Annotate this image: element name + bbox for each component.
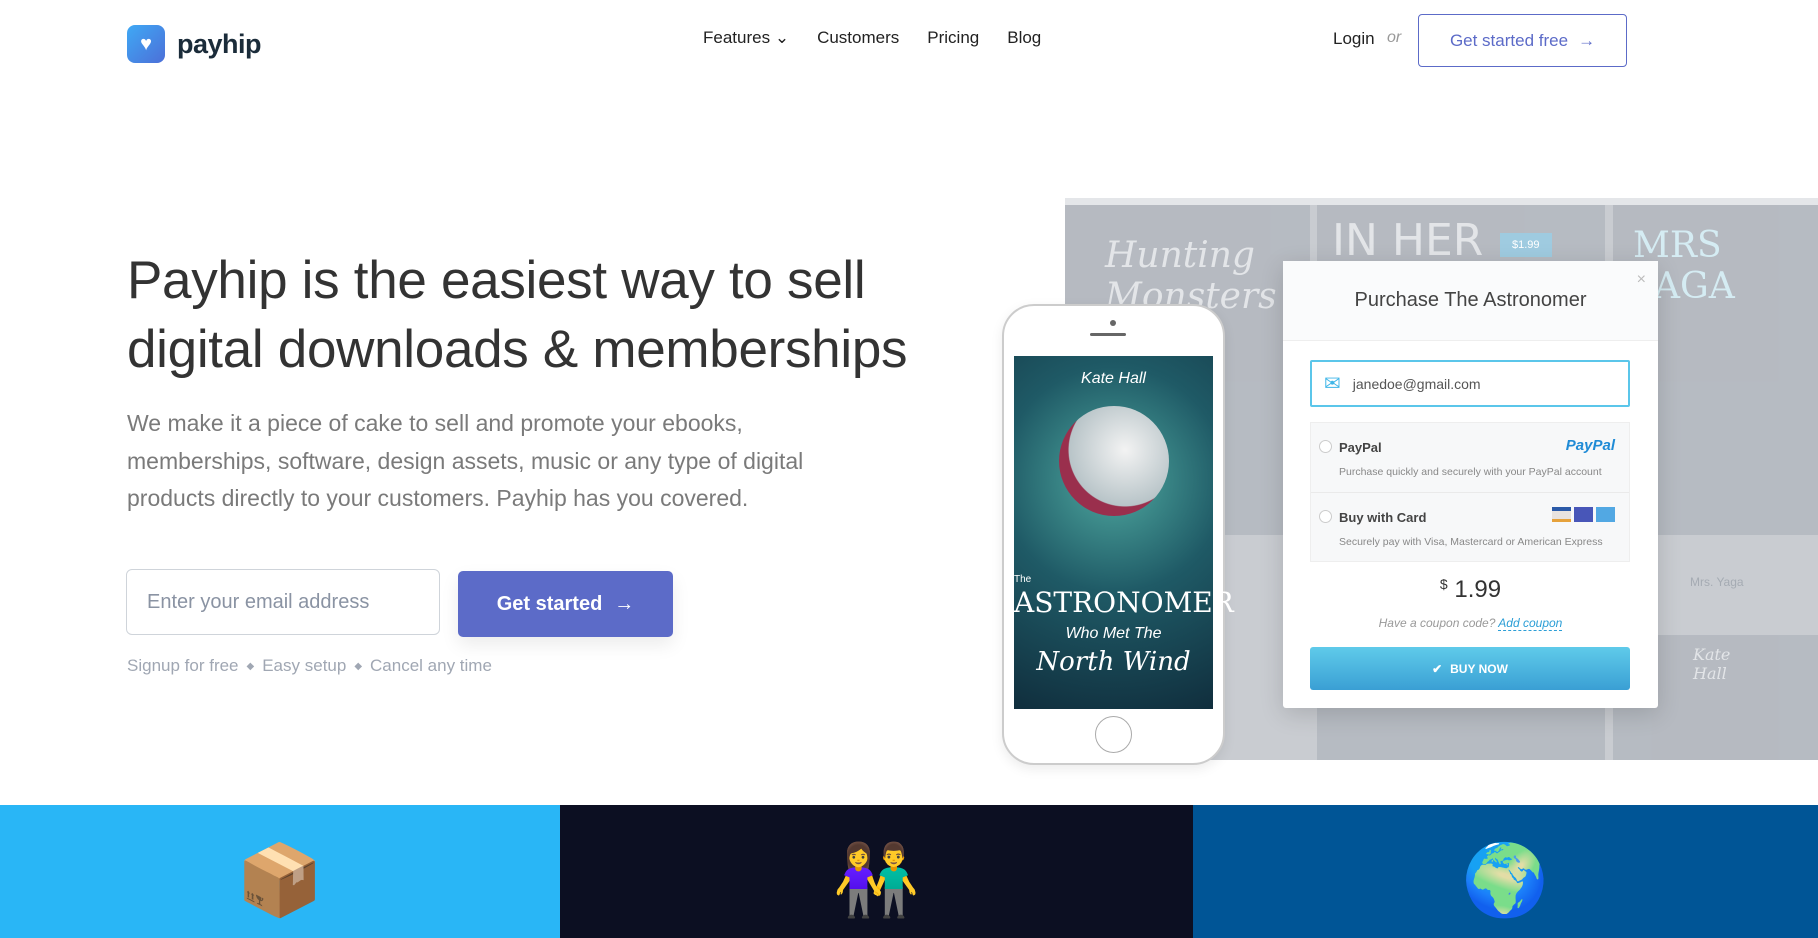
brand-name: payhip [177, 28, 262, 59]
arrow-right-icon: → [1578, 30, 1596, 50]
modal-title: Purchase The Astronomer [1283, 261, 1658, 341]
price: $ 1.99 [1439, 576, 1502, 603]
nav-blog[interactable]: Blog [1007, 28, 1041, 48]
main-nav: Features ⌄ Customers Pricing Blog [703, 28, 1041, 48]
chevron-down-icon: ⌄ [774, 28, 790, 47]
check-icon: ✔ [1432, 661, 1443, 676]
login-link[interactable]: Login [1333, 29, 1375, 49]
feature-band-global: 🌍 [1193, 805, 1818, 938]
purchase-modal: Purchase The Astronomer × ✉ janedoe@gmail… [1283, 261, 1658, 708]
paypal-logo: PayPal [1565, 437, 1615, 454]
perks: Signup for free ◆ Easy setup ◆ Cancel any … [127, 656, 492, 675]
card-option[interactable]: Buy with Card Securely pay with Visa, Mas… [1311, 493, 1629, 563]
tile-caption: Mrs. Yaga [1690, 575, 1744, 589]
coupon-prompt: Have a coupon code? Add coupon [1378, 616, 1563, 631]
radio[interactable] [1319, 440, 1332, 453]
perk: Easy setup [262, 656, 347, 675]
price-tag: $1.99 [1500, 233, 1552, 257]
hero-title: Payhip is the easiest way to sell digita… [127, 251, 908, 379]
book-cover: Kate Hall The Astronomer Who Met The Nor… [1014, 356, 1234, 709]
radio[interactable] [1319, 510, 1332, 523]
feature-band-customers: 👫 [560, 805, 1193, 938]
modal-email-field[interactable]: ✉ janedoe@gmail.com [1310, 360, 1630, 407]
get-started-free-button[interactable]: Get started free → [1418, 14, 1627, 67]
people-icon: 👫 [832, 841, 921, 919]
home-button [1095, 716, 1132, 753]
phone-mockup: Kate Hall The Astronomer Who Met The Nor… [1002, 304, 1234, 765]
hero-lead: We make it a piece of cake to sell and p… [127, 410, 804, 511]
paypal-option[interactable]: PayPal PayPal Purchase quickly and securel… [1311, 423, 1629, 493]
card-logos-icon [1552, 507, 1615, 522]
perk: Signup for free [127, 656, 239, 675]
arrow-right-icon: → [614, 592, 635, 615]
add-coupon-link[interactable]: Add coupon [1498, 616, 1563, 631]
payment-options: PayPal PayPal Purchase quickly and securel… [1310, 422, 1630, 562]
feature-band-products: 📦 [0, 805, 560, 938]
email-input[interactable] [126, 569, 440, 635]
nav-features[interactable]: Features ⌄ [703, 28, 789, 48]
get-started-button[interactable]: Get started → [458, 571, 673, 637]
heart-tag-icon: ♥ [127, 25, 165, 63]
box-icon: 📦 [236, 841, 324, 919]
or-text: or [1387, 29, 1402, 46]
buy-now-button[interactable]: ✔ BUY NOW [1310, 647, 1630, 690]
globe-icon: 🌍 [1461, 841, 1550, 919]
logo[interactable]: ♥ payhip [127, 25, 262, 63]
speaker [1090, 333, 1126, 336]
nav-pricing[interactable]: Pricing [927, 28, 979, 48]
envelope-icon: ✉ [1324, 373, 1341, 395]
perk: Cancel any time [370, 656, 492, 675]
camera [1110, 320, 1116, 326]
nav-customers[interactable]: Customers [817, 28, 899, 48]
close-icon[interactable]: × [1637, 271, 1646, 289]
